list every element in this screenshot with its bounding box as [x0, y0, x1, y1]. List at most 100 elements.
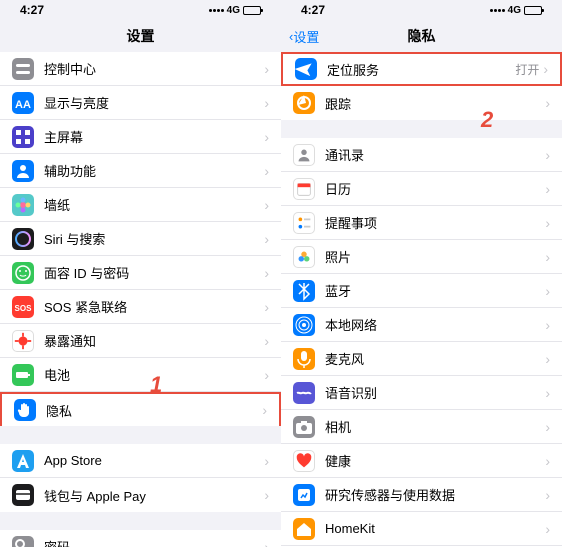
chevron-right-icon: › [545, 487, 550, 503]
home-screen-icon [12, 126, 34, 148]
status-time: 4:27 [301, 3, 325, 17]
chevron-right-icon: › [264, 299, 269, 315]
page-title: 隐私 [408, 26, 436, 46]
battery-icon [12, 364, 34, 386]
row-contacts[interactable]: 通讯录› [281, 138, 562, 172]
chevron-right-icon: › [545, 385, 550, 401]
row-label: 麦克风 [325, 349, 545, 368]
row-battery[interactable]: 电池› [0, 358, 281, 392]
chevron-right-icon: › [545, 215, 550, 231]
row-label: 钱包与 Apple Pay [44, 486, 264, 505]
display-icon: AA [12, 92, 34, 114]
row-label: 研究传感器与使用数据 [325, 485, 545, 504]
chevron-right-icon: › [545, 453, 550, 469]
sos-icon: SOS [12, 296, 34, 318]
row-label: 本地网络 [325, 315, 545, 334]
row-faceid[interactable]: 面容 ID 与密码› [0, 256, 281, 290]
row-speech[interactable]: 语音识别› [281, 376, 562, 410]
status-time: 4:27 [20, 3, 44, 17]
chevron-right-icon: › [264, 163, 269, 179]
research-icon [293, 484, 315, 506]
row-label: 隐私 [46, 401, 262, 420]
battery-icon [243, 6, 261, 15]
contacts-icon [293, 144, 315, 166]
row-label: 蓝牙 [325, 281, 545, 300]
chevron-right-icon: › [545, 419, 550, 435]
row-health[interactable]: 健康› [281, 444, 562, 478]
row-label: 辅助功能 [44, 161, 264, 180]
back-button[interactable]: ‹ 设置 [289, 27, 319, 46]
row-research[interactable]: 研究传感器与使用数据› [281, 478, 562, 512]
calendar-icon [293, 178, 315, 200]
row-label: 跟踪 [325, 94, 545, 113]
speech-icon [293, 382, 315, 404]
row-reminders[interactable]: 提醒事项› [281, 206, 562, 240]
chevron-right-icon: › [264, 367, 269, 383]
localnet-icon [293, 314, 315, 336]
privacy-icon [14, 399, 36, 421]
siri-icon [12, 228, 34, 250]
row-appstore[interactable]: App Store› [0, 444, 281, 478]
row-tracking[interactable]: 跟踪› [281, 86, 562, 120]
row-label: SOS 紧急联络 [44, 297, 264, 316]
row-label: 密码 [44, 537, 264, 547]
row-control-center[interactable]: 控制中心› [0, 52, 281, 86]
annotation-badge-1: 1 [150, 372, 162, 398]
row-siri[interactable]: Siri 与搜索› [0, 222, 281, 256]
row-label: 提醒事项 [325, 213, 545, 232]
row-label: App Store [44, 453, 264, 468]
settings-list[interactable]: 控制中心›AA显示与亮度›主屏幕›辅助功能›墙纸›Siri 与搜索›面容 ID … [0, 52, 281, 547]
chevron-right-icon: › [264, 333, 269, 349]
row-label: 定位服务 [327, 60, 515, 79]
privacy-list[interactable]: 定位服务打开›跟踪›通讯录›日历›提醒事项›照片›蓝牙›本地网络›麦克风›语音识… [281, 52, 562, 547]
row-label: 主屏幕 [44, 127, 264, 146]
signal-icon [490, 9, 505, 12]
homekit-icon [293, 518, 315, 540]
row-photos[interactable]: 照片› [281, 240, 562, 274]
chevron-right-icon: › [545, 521, 550, 537]
row-passwords[interactable]: 密码› [0, 530, 281, 547]
settings-group: 定位服务打开›跟踪› [281, 52, 562, 120]
svg-text:SOS: SOS [15, 304, 33, 313]
faceid-icon [12, 262, 34, 284]
row-label: 控制中心 [44, 59, 264, 78]
row-mic[interactable]: 麦克风› [281, 342, 562, 376]
settings-group: 通讯录›日历›提醒事项›照片›蓝牙›本地网络›麦克风›语音识别›相机›健康›研究… [281, 138, 562, 547]
status-bar: 4:27 4G [0, 0, 281, 20]
battery-icon [524, 6, 542, 15]
row-label: 暴露通知 [44, 331, 264, 350]
row-localnet[interactable]: 本地网络› [281, 308, 562, 342]
row-wallpaper[interactable]: 墙纸› [0, 188, 281, 222]
row-location[interactable]: 定位服务打开› [281, 52, 562, 86]
row-bluetooth[interactable]: 蓝牙› [281, 274, 562, 308]
row-calendar[interactable]: 日历› [281, 172, 562, 206]
row-label: Siri 与搜索 [44, 229, 264, 248]
network-label: 4G [227, 5, 240, 16]
chevron-right-icon: › [545, 249, 550, 265]
row-exposure[interactable]: 暴露通知› [0, 324, 281, 358]
chevron-right-icon: › [264, 231, 269, 247]
row-display[interactable]: AA显示与亮度› [0, 86, 281, 120]
row-label: 显示与亮度 [44, 93, 264, 112]
row-home-screen[interactable]: 主屏幕› [0, 120, 281, 154]
control-center-icon [12, 58, 34, 80]
row-privacy[interactable]: 隐私› [0, 392, 281, 426]
row-label: 日历 [325, 179, 545, 198]
chevron-right-icon: › [264, 61, 269, 77]
status-right: 4G [209, 5, 261, 16]
chevron-right-icon: › [545, 283, 550, 299]
wallpaper-icon [12, 194, 34, 216]
page-title: 设置 [127, 26, 155, 46]
wallet-icon [12, 484, 34, 506]
passwords-icon [12, 536, 34, 547]
row-homekit[interactable]: HomeKit› [281, 512, 562, 546]
row-label: 墙纸 [44, 195, 264, 214]
chevron-right-icon: › [262, 402, 267, 418]
appstore-icon [12, 450, 34, 472]
row-sos[interactable]: SOS SOS 紧急联络› [0, 290, 281, 324]
row-camera[interactable]: 相机› [281, 410, 562, 444]
row-wallet[interactable]: 钱包与 Apple Pay› [0, 478, 281, 512]
chevron-right-icon: › [543, 61, 548, 77]
row-accessibility[interactable]: 辅助功能› [0, 154, 281, 188]
chevron-right-icon: › [264, 453, 269, 469]
